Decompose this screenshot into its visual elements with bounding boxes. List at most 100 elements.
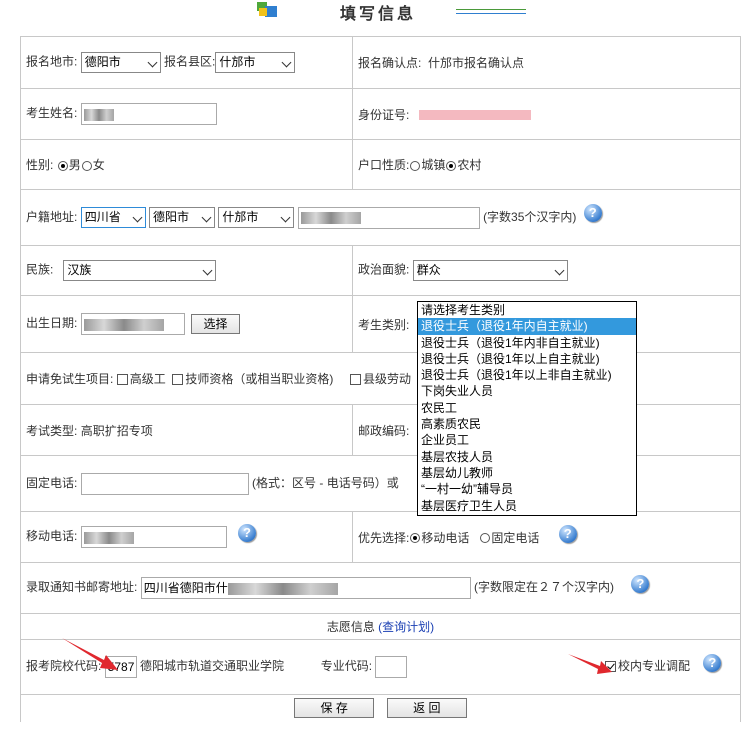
query-plan-link[interactable]: (查询计划) bbox=[378, 620, 434, 634]
confirm-point-label: 报名确认点: bbox=[358, 56, 422, 70]
priority-mobile-radio[interactable] bbox=[410, 533, 421, 544]
adjust-group: 校内专业调配 ? bbox=[605, 653, 722, 674]
fixed-phone-hint: (格式：区号 - 电话号码）或 bbox=[252, 475, 399, 490]
name-input[interactable] bbox=[80, 103, 217, 125]
ethnic-select[interactable]: 汉族 bbox=[63, 260, 217, 281]
help-icon[interactable]: ? bbox=[238, 524, 257, 542]
category-option[interactable]: 退役士兵（退役1年内非自主就业) bbox=[418, 335, 636, 351]
row-mail: 录取通知书邮寄地址: 四川省德阳市什 (字数限定在２７个汉字内) ? bbox=[20, 562, 741, 614]
category-option[interactable]: 下岗失业人员 bbox=[418, 383, 636, 399]
category-dropdown-list[interactable]: 请选择考生类别 退役士兵（退役1年内自主就业) 退役士兵（退役1年内非自主就业) 退役… bbox=[417, 301, 637, 516]
mail-address-label: 录取通知书邮寄地址: bbox=[26, 580, 138, 595]
address-hint: (字数35个汉字内) bbox=[483, 209, 577, 224]
red-arrow-icon bbox=[568, 654, 612, 674]
politics-label: 政治面貌: bbox=[358, 262, 410, 277]
row-ethnic: 民族: 汉族 政治面貌: 群众 bbox=[20, 245, 741, 296]
city-select[interactable]: 德阳市 bbox=[80, 52, 161, 73]
county-label: 报名县区: bbox=[164, 54, 216, 69]
gender-male-label: 男 bbox=[68, 158, 81, 172]
confirm-point-value: 什邡市报名确认点 bbox=[428, 56, 525, 70]
county-labor-checkbox[interactable] bbox=[350, 374, 362, 386]
exam-type-label: 考试类型: bbox=[26, 423, 78, 438]
category-option[interactable]: 基层医疗卫生人员 bbox=[418, 498, 636, 514]
category-option[interactable]: 退役士兵（退役1年内自主就业) bbox=[418, 318, 636, 335]
priority-fixed-radio[interactable] bbox=[480, 533, 491, 544]
category-option[interactable]: 农民工 bbox=[418, 400, 636, 416]
postal-code-label: 邮政编码: bbox=[358, 423, 410, 438]
row-mobile: 移动电话: ? 优先选择: 移动电话 固定电话 ? bbox=[20, 511, 741, 563]
hukou-rural-radio[interactable] bbox=[446, 160, 457, 171]
row-address: 户籍地址: 四川省 德阳市 什邡市 (字数35个汉字内) ? bbox=[20, 189, 741, 246]
ethnic-label: 民族: bbox=[26, 262, 54, 277]
birth-input[interactable] bbox=[80, 313, 185, 335]
address-label: 户籍地址: bbox=[26, 209, 78, 224]
save-button[interactable]: 保 存 bbox=[294, 698, 375, 719]
row-name: 考生姓名: 身份证号: bbox=[20, 88, 741, 140]
category-option[interactable]: 请选择考生类别 bbox=[418, 302, 636, 318]
address-county-select[interactable]: 什邡市 bbox=[218, 207, 295, 228]
address-city-select[interactable]: 德阳市 bbox=[149, 207, 216, 228]
logo-icon bbox=[255, 0, 283, 18]
red-arrow-icon bbox=[62, 638, 118, 670]
province-select[interactable]: 四川省 bbox=[80, 207, 146, 228]
choose-date-button[interactable]: 选择 bbox=[191, 314, 241, 334]
hukou-urban-radio[interactable] bbox=[410, 160, 421, 171]
mobile-label: 移动电话: bbox=[26, 529, 78, 544]
senior-worker-label: 高级工 bbox=[129, 372, 166, 386]
gender-female-radio[interactable] bbox=[81, 160, 92, 171]
help-icon[interactable]: ? bbox=[583, 203, 602, 222]
title-decoration-line bbox=[456, 13, 526, 14]
row-buttons: 保 存 返 回 bbox=[20, 694, 741, 722]
category-option[interactable]: “一村一幼”辅导员 bbox=[418, 481, 636, 497]
mail-address-hint: (字数限定在２７个汉字内) bbox=[474, 580, 615, 595]
category-option[interactable]: 企业员工 bbox=[418, 432, 636, 448]
wish-label: 志愿信息 bbox=[326, 620, 375, 634]
gender-label: 性别: bbox=[26, 158, 54, 172]
city-label: 报名地市: bbox=[26, 54, 78, 69]
senior-worker-checkbox[interactable] bbox=[116, 374, 128, 386]
priority-fixed-label: 固定电话 bbox=[491, 530, 540, 545]
category-option[interactable]: 退役士兵（退役1年以上自主就业) bbox=[418, 351, 636, 367]
exempt-label: 申请免试生项目: bbox=[26, 372, 114, 386]
major-code-label: 专业代码: bbox=[320, 659, 373, 674]
mail-address-input[interactable]: 四川省德阳市什 bbox=[140, 577, 471, 599]
category-option[interactable]: 基层农技人员 bbox=[418, 449, 636, 465]
hukou-label: 户口性质: bbox=[358, 158, 410, 172]
category-option[interactable]: 退役士兵（退役1年以上非自主就业) bbox=[418, 367, 636, 383]
gender-female-label: 女 bbox=[92, 158, 105, 172]
help-icon[interactable]: ? bbox=[558, 525, 577, 544]
major-code-input[interactable] bbox=[375, 656, 408, 678]
page-header: 填写信息 bbox=[0, 0, 751, 32]
hukou-rural-label: 农村 bbox=[457, 158, 482, 172]
category-option[interactable]: 基层幼儿教师 bbox=[418, 465, 636, 481]
fixed-phone-input[interactable] bbox=[80, 472, 249, 495]
help-icon[interactable]: ? bbox=[631, 575, 650, 593]
school-name: 德阳城市轨道交通职业学院 bbox=[140, 659, 285, 674]
id-number-value bbox=[419, 110, 532, 121]
category-label: 考生类别: bbox=[358, 317, 410, 332]
help-icon[interactable]: ? bbox=[703, 653, 722, 672]
county-select[interactable]: 什邡市 bbox=[215, 52, 296, 73]
priority-label: 优先选择: bbox=[358, 530, 410, 545]
politics-select[interactable]: 群众 bbox=[412, 260, 568, 281]
address-detail-input[interactable] bbox=[297, 206, 480, 229]
technician-checkbox[interactable] bbox=[172, 374, 184, 386]
row-gender: 性别: 男女 户口性质: 城镇 农村 bbox=[20, 139, 741, 190]
priority-mobile-label: 移动电话 bbox=[421, 530, 470, 545]
county-labor-label: 县级劳动 bbox=[363, 372, 412, 386]
row-school: 报考院校代码: 5787 德阳城市轨道交通职业学院 专业代码: 校内专业调配 ? bbox=[20, 639, 741, 695]
technician-label: 技师资格（或相当职业资格) bbox=[185, 372, 334, 386]
id-number-label: 身份证号: bbox=[358, 107, 410, 122]
title-decoration-line bbox=[456, 9, 526, 10]
row-area: 报名地市: 德阳市 报名县区: 什邡市 报名确认点: 什邡市报名确认点 bbox=[20, 36, 741, 89]
fixed-phone-label: 固定电话: bbox=[26, 475, 78, 490]
category-option[interactable]: 高素质农民 bbox=[418, 416, 636, 432]
gender-male-radio[interactable] bbox=[57, 160, 68, 171]
row-wish: 志愿信息 (查询计划) bbox=[20, 613, 741, 640]
mobile-input[interactable] bbox=[80, 526, 227, 548]
major-adjust-label: 校内专业调配 bbox=[618, 659, 691, 673]
hukou-urban-label: 城镇 bbox=[421, 158, 446, 172]
back-button[interactable]: 返 回 bbox=[386, 698, 467, 719]
birth-label: 出生日期: bbox=[26, 316, 78, 331]
exam-type-value: 高职扩招专项 bbox=[80, 423, 153, 438]
